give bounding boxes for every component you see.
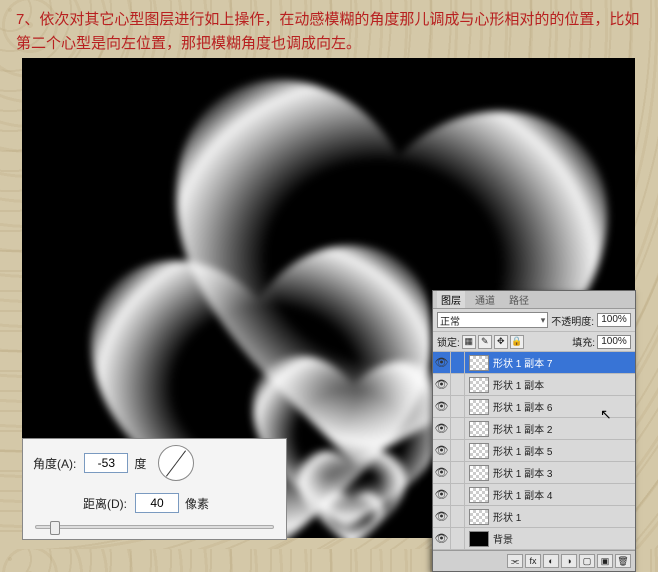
layer-thumbnail[interactable] <box>469 465 489 481</box>
opacity-input[interactable]: 100% <box>597 313 631 327</box>
tab-channels[interactable]: 通道 <box>471 291 499 308</box>
layer-thumbnail[interactable] <box>469 509 489 525</box>
eye-icon: 👁 <box>435 532 449 545</box>
fill-label: 填充: <box>572 334 595 349</box>
eye-icon: 👁 <box>435 356 449 369</box>
layer-row[interactable]: 👁 形状 1 副本 7 <box>433 352 635 374</box>
visibility-toggle[interactable]: 👁 <box>433 396 451 417</box>
fx-icon[interactable]: fx <box>525 554 541 568</box>
layer-row[interactable]: 👁 背景 <box>433 528 635 550</box>
layers-panel: 图层 通道 路径 正常 不透明度: 100% 锁定: ▦ ✎ ✥ 🔒 填充: 1… <box>432 290 636 572</box>
visibility-toggle[interactable]: 👁 <box>433 352 451 373</box>
lock-pixels-icon[interactable]: ✎ <box>478 335 492 349</box>
layer-thumbnail[interactable] <box>469 399 489 415</box>
distance-slider-thumb[interactable] <box>50 521 60 535</box>
layer-thumbnail[interactable] <box>469 531 489 547</box>
link-col <box>451 528 465 549</box>
mask-icon[interactable]: ◐ <box>543 554 559 568</box>
layer-row[interactable]: 👁 形状 1 副本 6 <box>433 396 635 418</box>
visibility-toggle[interactable]: 👁 <box>433 528 451 549</box>
layer-thumbnail[interactable] <box>469 487 489 503</box>
angle-input[interactable] <box>84 453 128 473</box>
layer-name[interactable]: 形状 1 <box>493 509 635 524</box>
visibility-toggle[interactable]: 👁 <box>433 440 451 461</box>
layer-name[interactable]: 形状 1 副本 2 <box>493 421 635 436</box>
distance-slider[interactable] <box>35 525 274 529</box>
visibility-toggle[interactable]: 👁 <box>433 484 451 505</box>
new-layer-icon[interactable]: ▣ <box>597 554 613 568</box>
distance-label: 距离(D): <box>83 495 127 512</box>
layer-name[interactable]: 形状 1 副本 4 <box>493 487 635 502</box>
layer-thumbnail[interactable] <box>469 377 489 393</box>
layer-row[interactable]: 👁 形状 1 副本 5 <box>433 440 635 462</box>
opacity-label: 不透明度: <box>551 313 594 328</box>
link-col <box>451 396 465 417</box>
fill-input[interactable]: 100% <box>597 335 631 349</box>
lock-position-icon[interactable]: ✥ <box>494 335 508 349</box>
layer-name[interactable]: 背景 <box>493 531 635 546</box>
eye-icon: 👁 <box>435 466 449 479</box>
link-col <box>451 440 465 461</box>
eye-icon: 👁 <box>435 488 449 501</box>
adjustment-icon[interactable]: ◑ <box>561 554 577 568</box>
link-col <box>451 418 465 439</box>
trash-icon[interactable]: 🗑 <box>615 554 631 568</box>
blend-mode-select[interactable]: 正常 <box>437 312 548 328</box>
link-col <box>451 506 465 527</box>
layer-row[interactable]: 👁 形状 1 副本 <box>433 374 635 396</box>
tab-paths[interactable]: 路径 <box>505 291 533 308</box>
angle-unit: 度 <box>134 455 146 472</box>
link-col <box>451 352 465 373</box>
layer-name[interactable]: 形状 1 副本 6 <box>493 399 635 414</box>
blend-mode-value: 正常 <box>440 313 460 328</box>
layer-thumbnail[interactable] <box>469 355 489 371</box>
distance-unit: 像素 <box>185 495 209 512</box>
eye-icon: 👁 <box>435 422 449 435</box>
visibility-toggle[interactable]: 👁 <box>433 462 451 483</box>
lock-all-icon[interactable]: 🔒 <box>510 335 524 349</box>
link-col <box>451 462 465 483</box>
eye-icon: 👁 <box>435 400 449 413</box>
eye-icon: 👁 <box>435 444 449 457</box>
panel-tabs: 图层 通道 路径 <box>433 291 635 309</box>
layer-name[interactable]: 形状 1 副本 <box>493 377 635 392</box>
layer-name[interactable]: 形状 1 副本 7 <box>493 355 635 370</box>
distance-input[interactable] <box>135 493 179 513</box>
layer-thumbnail[interactable] <box>469 421 489 437</box>
angle-label: 角度(A): <box>33 455 76 472</box>
layer-thumbnail[interactable] <box>469 443 489 459</box>
link-layers-icon[interactable]: ⫘ <box>507 554 523 568</box>
lock-transparency-icon[interactable]: ▦ <box>462 335 476 349</box>
link-col <box>451 484 465 505</box>
angle-dial[interactable] <box>158 445 194 481</box>
motion-blur-dialog: 角度(A): 度 距离(D): 像素 <box>22 438 287 540</box>
group-icon[interactable]: ▢ <box>579 554 595 568</box>
visibility-toggle[interactable]: 👁 <box>433 506 451 527</box>
layer-row[interactable]: 👁 形状 1 <box>433 506 635 528</box>
visibility-toggle[interactable]: 👁 <box>433 418 451 439</box>
layer-row[interactable]: 👁 形状 1 副本 2 <box>433 418 635 440</box>
visibility-toggle[interactable]: 👁 <box>433 374 451 395</box>
layer-row[interactable]: 👁 形状 1 副本 3 <box>433 462 635 484</box>
layer-name[interactable]: 形状 1 副本 5 <box>493 443 635 458</box>
eye-icon: 👁 <box>435 378 449 391</box>
tab-layers[interactable]: 图层 <box>437 291 465 308</box>
layers-list: 👁 形状 1 副本 7 👁 形状 1 副本 👁 形状 1 副本 6 👁 形状 1 副本 2 👁 形… <box>433 352 635 550</box>
instruction-text: 7、依次对其它心型图层进行如上操作，在动感模糊的角度那儿调成与心形相对的的位置，… <box>0 0 658 60</box>
link-col <box>451 374 465 395</box>
layer-name[interactable]: 形状 1 副本 3 <box>493 465 635 480</box>
layer-row[interactable]: 👁 形状 1 副本 4 <box>433 484 635 506</box>
eye-icon: 👁 <box>435 510 449 523</box>
lock-label: 锁定: <box>437 334 460 349</box>
